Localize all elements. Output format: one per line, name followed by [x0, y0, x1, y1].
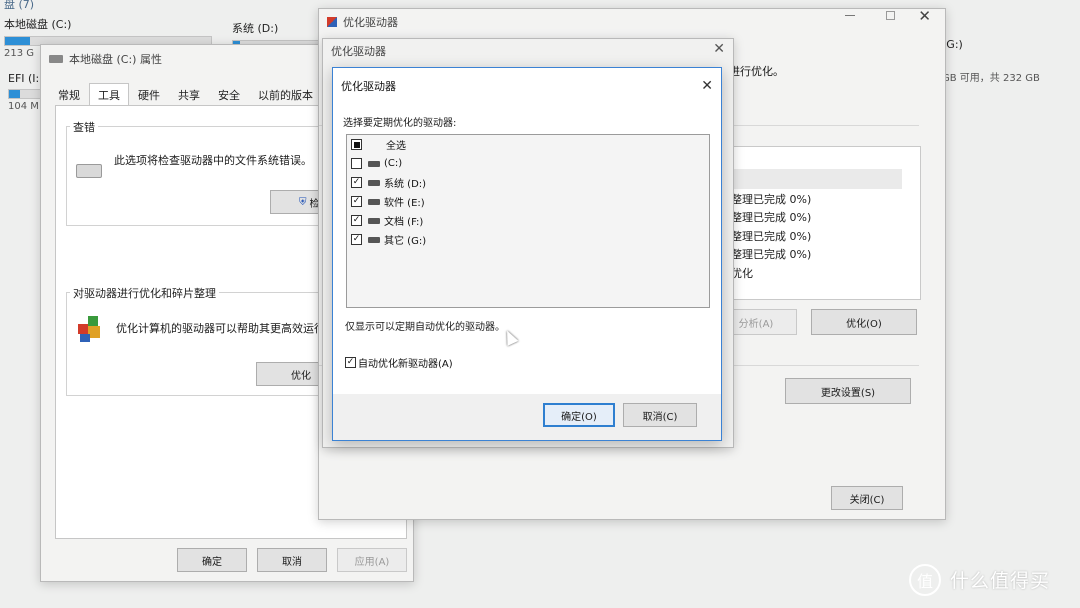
drive-item-label: 软件 (E:) — [384, 198, 425, 209]
hard-drive-icon — [76, 164, 102, 178]
drive-checkbox[interactable]: ✓ — [351, 234, 362, 245]
optimize-drives-title: 优化驱动器 — [343, 16, 398, 29]
tab-tools[interactable]: 工具 — [89, 83, 129, 107]
defrag-icon — [327, 17, 337, 27]
drive-item-g[interactable]: ✓ 其它 (G:) — [351, 230, 426, 249]
drive-checkbox[interactable]: ✓ — [351, 177, 362, 188]
watermark-text: 什么值得买 — [950, 570, 1051, 592]
drive-item-label: 文档 (F:) — [384, 217, 424, 228]
auto-optimize-option[interactable]: ✓ 自动优化新驱动器(A) — [345, 353, 453, 372]
tab-general[interactable]: 常规 — [49, 83, 89, 107]
apply-button[interactable]: 应用(A) — [337, 548, 407, 572]
dialog-ok-button[interactable]: 确定(O) — [543, 403, 615, 427]
drive-checklist[interactable]: 全选 (C:) ✓ 系统 (D:) ✓ 软件 (E:) ✓ 文档 (F:) ✓ … — [346, 134, 710, 308]
drive-checkbox[interactable]: ✓ — [351, 215, 362, 226]
drive-label: 系统 (D:) — [232, 22, 279, 35]
intro-text: 进行优化。 — [729, 65, 784, 78]
tab-hardware[interactable]: 硬件 — [129, 83, 169, 107]
drive-label: 本地磁盘 (C:) — [4, 18, 72, 31]
maximize-icon[interactable] — [886, 11, 895, 20]
select-drives-dialog: 优化驱动器 ✕ 选择要定期优化的驱动器: 全选 (C:) ✓ 系统 (D:) ✓… — [332, 67, 722, 441]
status-row-selected — [712, 169, 902, 189]
dialog-note: 仅显示可以定期自动优化的驱动器。 — [345, 322, 505, 333]
drive-icon — [368, 179, 380, 186]
drive-item-label: (C:) — [384, 158, 403, 169]
auto-optimize-checkbox[interactable]: ✓ — [345, 357, 356, 368]
drive-item-label: 系统 (D:) — [384, 179, 427, 190]
dialog-cancel-button[interactable]: 取消(C) — [623, 403, 697, 427]
drive-label: (G:) — [942, 38, 963, 51]
ok-button[interactable]: 确定 — [177, 548, 247, 572]
defrag-icon — [78, 316, 104, 344]
drive-size: GB 可用，共 232 GB — [942, 73, 1040, 84]
optimize-group-title: 对驱动器进行优化和碎片整理 — [70, 285, 219, 301]
drive-item-label: 其它 (G:) — [384, 236, 427, 247]
drive-usage-fill — [5, 37, 30, 45]
settings-title: 优化驱动器 — [331, 45, 386, 58]
change-settings-button[interactable]: 更改设置(S) — [785, 378, 911, 404]
error-check-title: 查错 — [70, 119, 98, 135]
drive-item-c[interactable]: (C:) — [351, 154, 402, 173]
drive-tile-g[interactable]: (G:) GB 可用，共 232 GB — [942, 38, 1072, 84]
dialog-prompt: 选择要定期优化的驱动器: — [343, 118, 457, 129]
close-button[interactable]: 关闭(C) — [831, 486, 903, 510]
properties-tabs: 常规 工具 硬件 共享 安全 以前的版本 — [49, 83, 322, 107]
smzdm-logo-icon: 值 — [909, 564, 941, 596]
cancel-button[interactable]: 取消 — [257, 548, 327, 572]
drive-icon — [368, 160, 380, 167]
tab-previous-versions[interactable]: 以前的版本 — [249, 83, 322, 107]
tab-security[interactable]: 安全 — [209, 83, 249, 107]
error-check-description: 此选项将检查驱动器中的文件系统错误。 — [114, 154, 312, 167]
drive-checkbox[interactable] — [351, 158, 362, 169]
settings-titlebar: 优化驱动器 — [323, 39, 733, 63]
close-icon[interactable]: ✕ — [713, 41, 725, 57]
drive-item-e[interactable]: ✓ 软件 (E:) — [351, 192, 425, 211]
drive-item-d[interactable]: ✓ 系统 (D:) — [351, 173, 426, 192]
drive-usage-fill — [9, 90, 20, 98]
auto-optimize-label: 自动优化新驱动器(A) — [358, 359, 453, 370]
select-all-label: 全选 — [386, 141, 406, 152]
close-icon[interactable]: ✕ — [701, 78, 713, 94]
drive-icon — [368, 198, 380, 205]
uac-shield-icon: ⛨ — [299, 196, 307, 208]
close-icon[interactable]: ✕ — [918, 7, 931, 25]
select-all-checkbox[interactable] — [351, 139, 362, 150]
section-header: 盘 (7) — [4, 0, 35, 11]
minimize-icon[interactable] — [845, 15, 855, 16]
drive-status-list[interactable]: 态 化 片整理已完成 0%) 片整理已完成 0%) 片整理已完成 0%) 片整理… — [711, 146, 921, 300]
properties-title: 本地磁盘 (C:) 属性 — [69, 53, 162, 66]
optimize-drives-titlebar: 优化驱动器 — [319, 9, 945, 35]
drive-item-f[interactable]: ✓ 文档 (F:) — [351, 211, 423, 230]
drive-icon — [49, 55, 63, 63]
dialog-titlebar: 优化驱动器 — [333, 68, 721, 104]
select-all-item[interactable]: 全选 — [351, 135, 406, 154]
tab-sharing[interactable]: 共享 — [169, 83, 209, 107]
drive-icon — [368, 217, 380, 224]
dialog-title: 优化驱动器 — [341, 80, 396, 93]
drive-checkbox[interactable]: ✓ — [351, 196, 362, 207]
optimize-drive-button[interactable]: 优化(O) — [811, 309, 917, 335]
drive-icon — [368, 236, 380, 243]
